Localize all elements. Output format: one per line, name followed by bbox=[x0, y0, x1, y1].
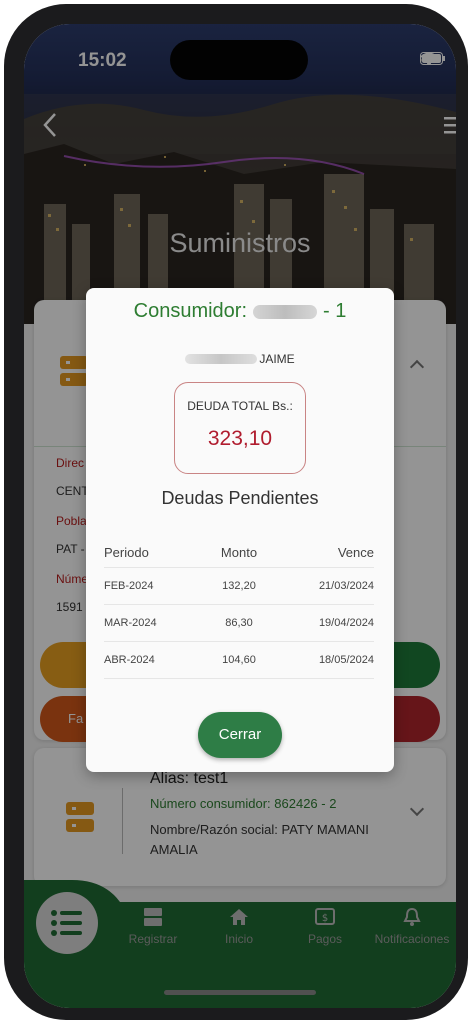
cell-amount: 104,60 bbox=[222, 654, 256, 666]
cell-due-date: 21/03/2024 bbox=[318, 580, 374, 592]
name-suffix: JAIME bbox=[259, 352, 295, 366]
table-header: Periodo Monto Vence bbox=[104, 538, 374, 568]
dialog-title: Consumidor: - 1 bbox=[86, 300, 394, 323]
cell-period: FEB-2024 bbox=[104, 580, 154, 592]
cell-amount: 86,30 bbox=[225, 617, 253, 629]
cell-due-date: 19/04/2024 bbox=[318, 617, 374, 629]
cell-due-date: 18/05/2024 bbox=[318, 654, 374, 666]
pending-debts-heading: Deudas Pendientes bbox=[161, 488, 319, 508]
consumer-name: JAIME bbox=[86, 352, 394, 366]
table-row: ABR-2024 104,60 18/05/2024 bbox=[104, 642, 374, 679]
cell-period: ABR-2024 bbox=[104, 654, 155, 666]
app-screen: 15:02 Suministros Direc CENT Pobla PAT -… bbox=[24, 24, 456, 1008]
cell-period: MAR-2024 bbox=[104, 617, 157, 629]
total-debt-label: DEUDA TOTAL Bs.: bbox=[187, 399, 293, 413]
cell-amount: 132,20 bbox=[222, 580, 256, 592]
close-button[interactable]: Cerrar bbox=[198, 712, 282, 758]
title-prefix: Consumidor: bbox=[133, 300, 248, 322]
title-suffix: - 1 bbox=[323, 300, 347, 322]
table-row: FEB-2024 132,20 21/03/2024 bbox=[104, 568, 374, 605]
total-debt-box: DEUDA TOTAL Bs.: 323,10 bbox=[174, 382, 306, 474]
table-row: MAR-2024 86,30 19/04/2024 bbox=[104, 605, 374, 642]
debt-dialog: Consumidor: - 1 JAIME DEUDA TOTAL Bs.: 3… bbox=[86, 288, 394, 772]
column-header-vence: Vence bbox=[337, 545, 374, 560]
column-header-periodo: Periodo bbox=[104, 545, 149, 560]
total-debt-value: 323,10 bbox=[207, 427, 273, 450]
phone-frame: 15:02 Suministros Direc CENT Pobla PAT -… bbox=[4, 4, 468, 1020]
column-header-monto: Monto bbox=[220, 545, 258, 560]
debts-table: Periodo Monto Vence FEB-2024 132,20 21/0… bbox=[104, 538, 374, 679]
redacted-consumer-id bbox=[253, 304, 318, 319]
redacted-name bbox=[185, 354, 258, 364]
